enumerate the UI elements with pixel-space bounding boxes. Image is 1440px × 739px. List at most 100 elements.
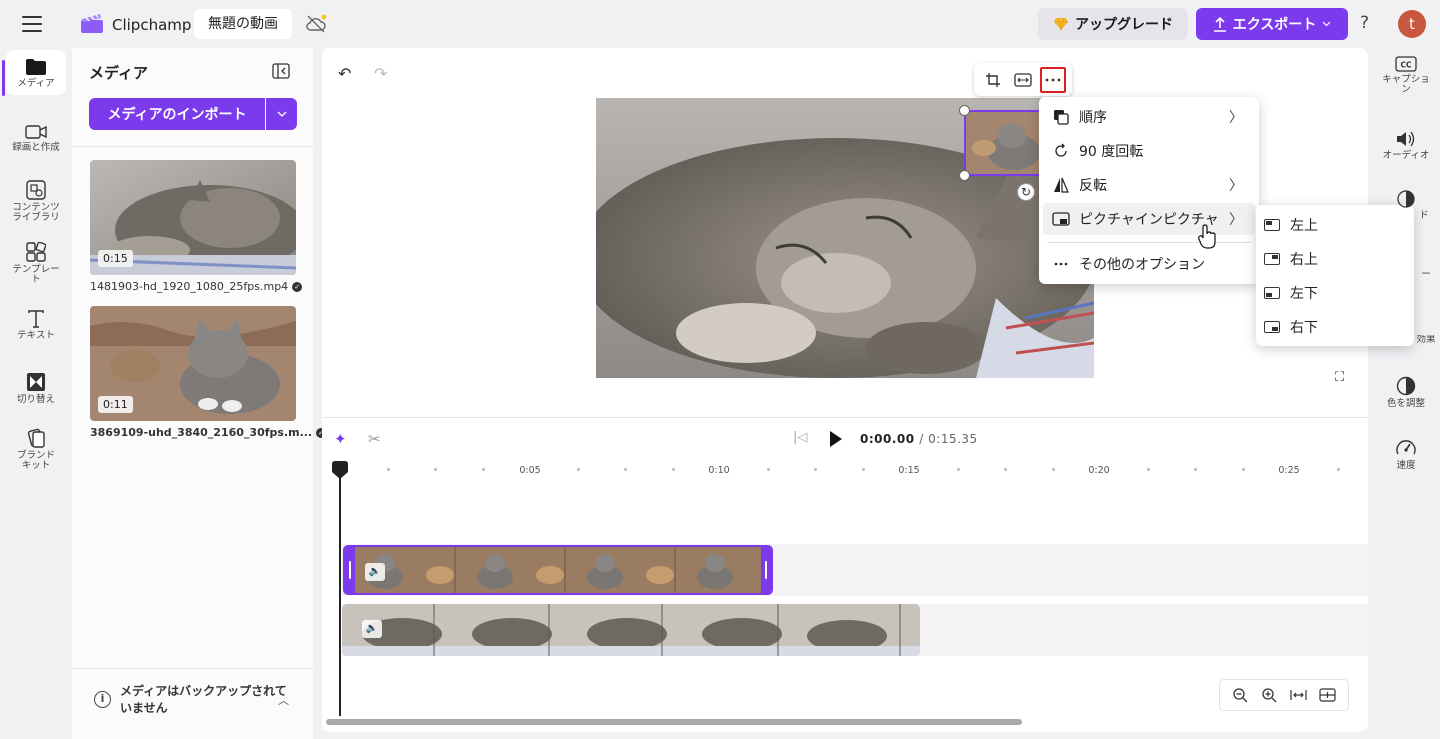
fullscreen-icon[interactable]: ⛶ — [1335, 370, 1344, 385]
scissors-icon[interactable]: ✂ — [368, 430, 381, 448]
zoom-out-button[interactable] — [1230, 684, 1252, 706]
rail-item-transitions[interactable]: 切り替え — [6, 372, 66, 405]
rail-item-fade[interactable]: ド — [1372, 190, 1440, 226]
rail-item-library[interactable]: コンテンツ ライブラリ — [6, 180, 66, 224]
resize-handle[interactable] — [959, 170, 970, 181]
rail-label: コンテンツ ライブラリ — [12, 202, 60, 224]
export-label: エクスポート — [1232, 17, 1317, 33]
clip-filmstrip — [345, 547, 771, 593]
video-camera-icon — [25, 125, 47, 139]
fit-timeline-button[interactable] — [1288, 684, 1310, 706]
import-media-button[interactable]: メディアのインポート — [89, 98, 265, 130]
sparkle-icon[interactable]: ✦ — [334, 430, 347, 448]
pip-bottom-right[interactable]: 右下 — [1264, 313, 1318, 341]
template-icon — [26, 242, 46, 262]
zoom-controls — [1219, 679, 1349, 711]
tick-mark — [814, 468, 817, 471]
rail-item-effects[interactable]: 効果 — [1372, 335, 1440, 351]
svg-text:CC: CC — [1400, 61, 1412, 70]
tick-mark — [956, 468, 960, 471]
menu-item-flip[interactable]: 反転 〉 — [1043, 169, 1255, 201]
project-title[interactable]: 無題の動画 — [194, 9, 292, 39]
redo-icon[interactable]: ↷ — [374, 64, 387, 83]
zoom-in-button[interactable] — [1259, 684, 1281, 706]
rail-item-brand-kit[interactable]: ブランド キット — [6, 428, 66, 472]
pip-top-right-icon — [1264, 253, 1280, 265]
rail-label: 切り替え — [16, 394, 55, 405]
chevron-up-icon[interactable]: ︿ — [278, 692, 289, 708]
rail-label: オーディオ — [1382, 150, 1430, 161]
menu-label: 順序 — [1079, 110, 1107, 126]
upgrade-button[interactable]: アップグレード — [1038, 8, 1188, 40]
rail-item-templates[interactable]: テンプレート — [6, 242, 66, 286]
fit-button[interactable] — [1010, 67, 1036, 93]
order-icon — [1051, 109, 1071, 125]
play-icon[interactable] — [828, 430, 844, 448]
add-track-button[interactable] — [1317, 684, 1339, 706]
tick-mark — [624, 468, 627, 471]
rail-item-filters[interactable]: ー — [1372, 270, 1440, 294]
fit-width-icon — [1290, 690, 1307, 700]
volume-icon[interactable]: 🔈 — [365, 563, 385, 581]
rail-item-media[interactable]: メディア — [6, 50, 66, 96]
rail-item-color[interactable]: 色を調整 — [1372, 376, 1440, 409]
undo-icon[interactable]: ↶ — [338, 64, 351, 83]
volume-icon[interactable]: 🔈 — [362, 620, 382, 638]
skip-back-icon[interactable]: |◁ — [793, 430, 807, 445]
help-button[interactable]: ? — [1360, 13, 1369, 33]
timeline-scrollbar[interactable] — [326, 719, 1022, 725]
trim-handle-right[interactable] — [761, 547, 771, 593]
pip-bottom-left-icon — [1264, 287, 1280, 299]
duration-badge: 0:11 — [98, 396, 133, 413]
filename-text: 1481903-hd_1920_1080_25fps.mp4 — [90, 280, 289, 293]
rail-item-record[interactable]: 録画と作成 — [6, 124, 66, 153]
menu-item-pip[interactable]: ピクチャインピクチャ 〉 — [1043, 203, 1255, 235]
pip-bottom-right-icon — [1264, 321, 1280, 333]
import-dropdown-button[interactable] — [266, 98, 297, 130]
chevron-right-icon: 〉 — [1229, 178, 1243, 194]
export-button[interactable]: エクスポート — [1196, 8, 1348, 40]
menu-divider — [1047, 242, 1251, 243]
media-thumbnail-2[interactable]: 0:11 — [90, 306, 296, 421]
playhead-line[interactable] — [339, 476, 341, 716]
speed-icon — [1396, 440, 1416, 455]
rail-item-captions[interactable]: CC キャプション — [1372, 56, 1440, 96]
tick-mark — [1051, 468, 1055, 471]
rail-item-audio[interactable]: オーディオ — [1372, 130, 1440, 161]
menu-item-more-options[interactable]: その他のオプション — [1043, 248, 1255, 280]
pip-overlay-clip[interactable] — [964, 110, 1044, 176]
cloud-off-icon[interactable] — [304, 12, 328, 36]
media-thumbnail-1[interactable]: 0:15 — [90, 160, 296, 275]
zoom-out-icon — [1233, 687, 1248, 702]
chevron-right-icon: 〉 — [1229, 110, 1243, 126]
more-options-button[interactable] — [1040, 66, 1066, 93]
timeline-clip[interactable]: 🔈 — [342, 604, 920, 656]
pip-top-left[interactable]: 左上 — [1264, 211, 1318, 239]
rail-item-speed[interactable]: 速度 — [1372, 438, 1440, 471]
menu-item-order[interactable]: 順序 〉 — [1043, 101, 1255, 133]
rotate-handle-icon[interactable]: ↻ — [1017, 183, 1035, 201]
tick-mark — [576, 468, 580, 471]
crop-button[interactable] — [980, 67, 1006, 93]
rail-item-text[interactable]: テキスト — [6, 310, 66, 341]
pip-cat-image — [966, 112, 1042, 174]
hamburger-menu-icon[interactable] — [22, 14, 42, 34]
tick-mark — [1241, 468, 1245, 471]
trim-handle-left[interactable] — [345, 547, 355, 593]
menu-label: 90 度回転 — [1079, 144, 1144, 160]
timeline-divider — [322, 417, 1368, 418]
chevron-down-icon — [1322, 21, 1331, 27]
pip-bottom-left[interactable]: 左下 — [1264, 279, 1318, 307]
more-icon — [1051, 262, 1071, 266]
tick-mark — [1194, 468, 1197, 471]
backup-notice[interactable]: メディアはバックアップされていません — [120, 683, 296, 717]
total-time: / 0:15.35 — [919, 432, 978, 446]
resize-handle[interactable] — [959, 105, 970, 116]
collapse-panel-icon[interactable] — [272, 62, 290, 80]
menu-item-rotate[interactable]: 90 度回転 — [1043, 135, 1255, 167]
timeline-clip-selected[interactable]: 🔈 — [343, 545, 773, 595]
library-icon — [26, 180, 46, 200]
pip-top-right[interactable]: 右上 — [1264, 245, 1318, 273]
rotate-icon — [1051, 143, 1071, 159]
avatar[interactable]: t — [1398, 10, 1426, 38]
